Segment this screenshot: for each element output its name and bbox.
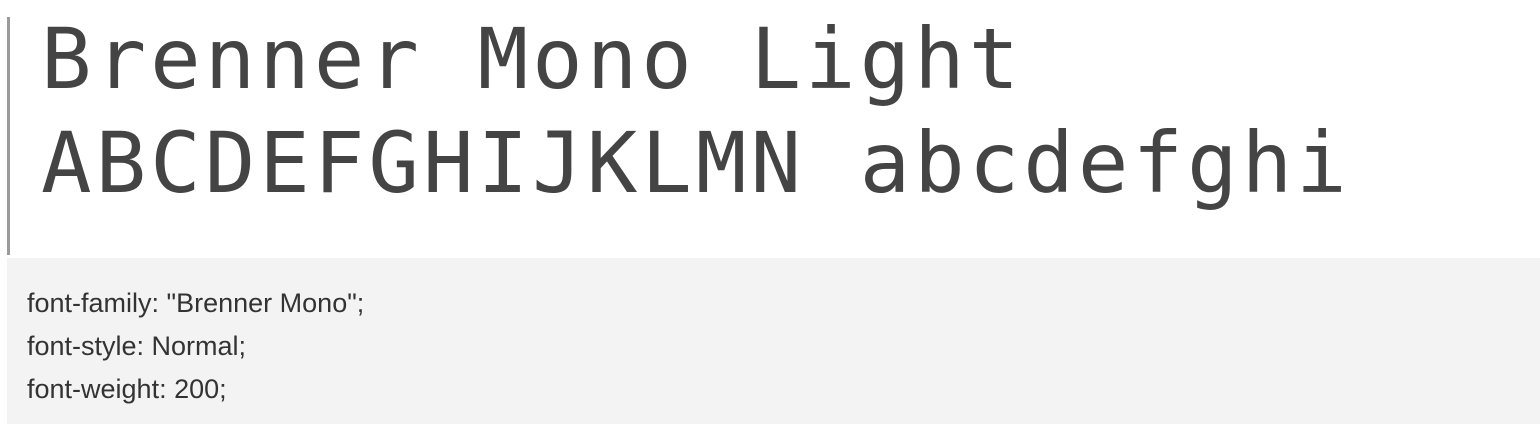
css-font-style: font-style: Normal; [27, 331, 247, 361]
css-font-weight: font-weight: 200; [27, 374, 227, 404]
specimen-title: Brenner Mono Light [41, 17, 1024, 108]
specimen-alphabet: ABCDEFGHIJKLMN abcdefghi [41, 114, 1351, 212]
css-code-panel: font-family: "Brenner Mono"; font-style:… [7, 258, 1540, 424]
font-specimen: Brenner Mono Light ABCDEFGHIJKLMN abcdef… [7, 17, 1540, 255]
css-font-family: font-family: "Brenner Mono"; [27, 288, 365, 318]
